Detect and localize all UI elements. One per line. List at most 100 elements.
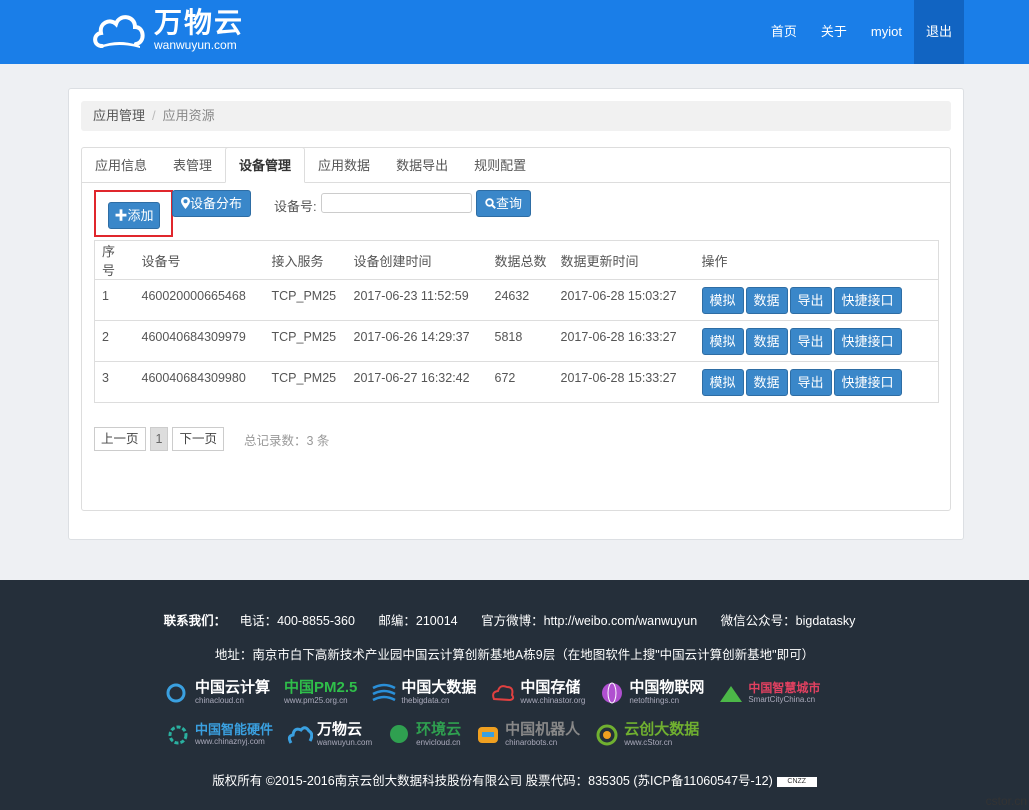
cell-no: 1 [94,279,135,321]
nav-about[interactable]: 关于 [809,0,859,64]
partner-name: 中国物联网 [629,679,705,696]
quick-api-button[interactable]: 快捷接口 [833,368,902,396]
next-page-button[interactable]: 下一页 [172,427,224,451]
breadcrumb-current: 应用资源 [162,108,215,123]
map-marker-icon [180,197,190,209]
partner-domain: thebigdata.cn [401,696,450,705]
breadcrumb-parent[interactable]: 应用管理 [93,108,145,123]
watermark: cstor.cn [985,794,1027,808]
partner-logo[interactable]: 万物云 wanwuyun.com [287,722,372,747]
table-row: 2 460040684309979 TCP_PM25 2017-06-26 14… [94,320,939,362]
top-navbar: 万物云 wanwuyun.com 首页 关于 myiot 退出 [0,0,1029,64]
nav-user[interactable]: myiot [859,0,914,64]
tab-table-management[interactable]: 表管理 [160,148,225,182]
nav-home[interactable]: 首页 [759,0,809,64]
cell-count: 24632 [487,279,554,321]
breadcrumb-separator: / [152,108,156,123]
cloud-icon [490,682,516,704]
add-device-button[interactable]: ✚添加 [108,202,160,229]
cell-updated: 2017-06-28 15:03:27 [553,279,695,321]
cloud-icon [165,682,191,704]
partner-logo[interactable]: 中国存储 www.chinastor.org [490,680,585,705]
device-distribution-label: 设备分布 [189,196,242,211]
cell-device: 460040684309980 [134,361,265,403]
col-header-count: 数据总数 [487,240,554,280]
partner-logo[interactable]: 中国大数据 thebigdata.cn [371,680,476,705]
partner-logo[interactable]: 中国物联网 netofthings.cn [599,680,704,705]
tab-device-management[interactable]: 设备管理 [225,147,306,183]
export-button[interactable]: 导出 [789,368,832,396]
cell-service: TCP_PM25 [264,361,347,403]
simulate-button[interactable]: 模拟 [701,286,744,314]
cloud-icon [287,724,314,746]
footer-address: 地址：南京市白下高新技术产业园中国云计算创新基地A栋9层（在地图软件上搜"中国云… [214,648,815,662]
plus-icon: ✚ [114,208,128,223]
swirl-icon [594,724,620,746]
partner-logo[interactable]: 中国机器人 chinarobots.cn [475,722,580,747]
contact-wechat: 微信公众号：bigdatasky [720,614,856,628]
data-button[interactable]: 数据 [745,327,788,355]
col-header-updated: 数据更新时间 [553,240,695,280]
partner-logo[interactable]: 中国智慧城市 SmartCityChina.cn [718,682,820,704]
copyright-text: 版权所有 ©2015-2016南京云创大数据科技股份有限公司 股票代码：8353… [212,774,773,788]
partner-logo[interactable]: 云创大数据 www.cStor.cn [594,722,699,747]
partner-name: 中国存储 [520,679,581,696]
cell-actions: 模拟 数据 导出 快捷接口 [694,361,939,403]
partner-domain: envicloud.cn [416,738,461,747]
add-device-label: 添加 [127,208,154,223]
quick-api-button[interactable]: 快捷接口 [833,286,902,314]
cell-created: 2017-06-26 14:29:37 [346,320,488,362]
footer: 联系我们： 电话：400-8855-360 邮编：210014 官方微博：htt… [0,580,1029,810]
export-button[interactable]: 导出 [789,327,832,355]
quick-api-button[interactable]: 快捷接口 [833,327,902,355]
partner-domain: www.pm25.org.cn [284,696,348,705]
cloud-icon [93,15,145,48]
cell-device: 460040684309979 [134,320,265,362]
partner-name: 中国PM2.5 [284,679,358,696]
cnzz-badge[interactable]: CNZZ [776,776,817,787]
nav-logout[interactable]: 退出 [913,0,964,64]
robot-icon [475,724,501,746]
globe-icon [599,682,625,704]
partner-logo[interactable]: 环境云 envicloud.cn [386,722,461,747]
partner-domain: www.cStor.cn [624,738,673,747]
partner-domain: wanwuyun.com [317,738,373,747]
brand-logo[interactable]: 万物云 wanwuyun.com [90,8,244,52]
query-button[interactable]: 查询 [476,190,531,217]
device-distribution-button[interactable]: 设备分布 [172,190,251,217]
partner-domain: chinarobots.cn [505,738,558,747]
data-button[interactable]: 数据 [745,368,788,396]
data-button[interactable]: 数据 [745,286,788,314]
tab-data-export[interactable]: 数据导出 [383,148,461,182]
cell-updated: 2017-06-28 16:33:27 [553,320,695,362]
cell-no: 2 [94,320,135,362]
tree-icon [386,724,412,746]
table-row: 1 460020000665468 TCP_PM25 2017-06-23 11… [94,279,939,321]
current-page[interactable]: 1 [149,427,169,451]
device-table: 序号 设备号 接入服务 设备创建时间 数据总数 数据更新时间 操作 1 4600… [94,240,939,403]
partner-logo[interactable]: 中国云计算 chinacloud.cn [165,680,270,705]
device-no-input[interactable] [321,193,472,213]
contact-weibo[interactable]: 官方微博：http://weibo.com/wanwuyun [481,614,697,628]
partner-name: 万物云 [317,721,363,738]
footer-copyright: 版权所有 ©2015-2016南京云创大数据科技股份有限公司 股票代码：8353… [0,770,1029,789]
col-header-no: 序号 [94,240,135,280]
partner-logo[interactable]: 中国PM2.5 www.pm25.org.cn [284,680,357,705]
export-button[interactable]: 导出 [789,286,832,314]
prev-page-button[interactable]: 上一页 [94,427,146,451]
simulate-button[interactable]: 模拟 [701,327,744,355]
cell-created: 2017-06-27 16:32:42 [346,361,488,403]
search-icon [485,198,496,209]
cell-created: 2017-06-23 11:52:59 [346,279,488,321]
tab-app-data[interactable]: 应用数据 [305,148,383,182]
tab-bar: 应用信息 表管理 设备管理 应用数据 数据导出 规则配置 [82,147,950,183]
simulate-button[interactable]: 模拟 [701,368,744,396]
tab-rule-config[interactable]: 规则配置 [461,148,539,182]
contact-phone: 电话：400-8855-360 [239,614,355,628]
partner-name: 云创大数据 [624,721,700,738]
partner-logo[interactable]: 中国智能硬件 www.chinaznyj.com [165,723,273,746]
contact-postcode: 邮编：210014 [378,614,458,628]
main-panel: 应用管理 / 应用资源 应用信息 表管理 设备管理 应用数据 数据导出 规则配置 ✚… [68,88,964,540]
tab-app-info[interactable]: 应用信息 [82,148,160,182]
tab-panel: 应用信息 表管理 设备管理 应用数据 数据导出 规则配置 ✚添加 设备分布 设备… [81,147,951,511]
